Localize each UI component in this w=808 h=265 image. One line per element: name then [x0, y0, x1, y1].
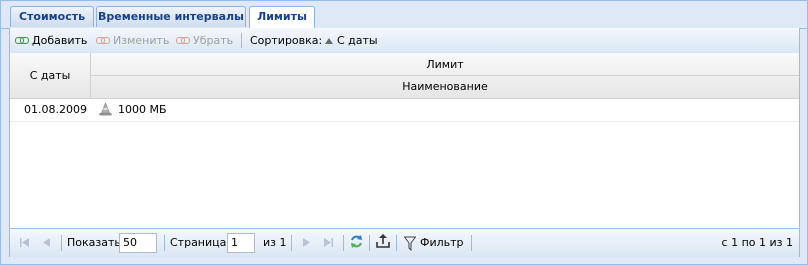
grid-toolbar: Добавить Изменить Убрать Сортировка: С д… — [10, 28, 799, 54]
paging-summary: с 1 по 1 из 1 — [721, 236, 793, 249]
sort-ascending-icon — [325, 37, 333, 44]
add-button-label: Добавить — [32, 34, 88, 47]
remove-button-label: Убрать — [193, 34, 234, 47]
toolbar-separator — [241, 33, 242, 48]
traffic-cone-icon — [99, 103, 112, 116]
paging-toolbar: Показать 50 Страница 1 из 1 Фильтр с 1 п… — [10, 228, 799, 257]
export-icon[interactable] — [376, 234, 390, 250]
link-edit-icon — [96, 37, 110, 44]
tab-strip: Стоимость Временные интервалы Лимиты — [1, 1, 807, 29]
filter-button[interactable]: Фильтр — [404, 235, 464, 251]
filter-label: Фильтр — [420, 236, 464, 249]
page-count-label: из 1 — [263, 236, 287, 249]
tab-cost[interactable]: Стоимость — [10, 6, 94, 27]
filter-funnel-icon — [404, 236, 416, 251]
first-page-icon[interactable] — [19, 237, 30, 253]
previous-page-icon[interactable] — [42, 237, 51, 253]
last-page-icon[interactable] — [323, 237, 334, 253]
link-remove-icon — [176, 37, 190, 44]
grid-header: С даты Лимит Наименование — [10, 53, 799, 99]
pager-separator — [369, 235, 370, 251]
pager-separator — [61, 235, 62, 251]
edit-button-label: Изменить — [113, 34, 170, 47]
pager-separator — [471, 235, 472, 251]
column-header-date[interactable]: С даты — [10, 53, 91, 98]
sort-field-label: С даты — [337, 34, 378, 47]
pager-separator — [396, 235, 397, 251]
row-date: 01.08.2009 — [24, 103, 87, 116]
limits-panel: Добавить Изменить Убрать Сортировка: С д… — [9, 28, 800, 257]
sort-field-button[interactable]: С даты — [325, 32, 378, 49]
link-add-icon — [15, 37, 29, 44]
tab-time-intervals[interactable]: Временные интервалы — [96, 6, 246, 27]
pager-separator — [291, 235, 292, 251]
next-page-icon[interactable] — [302, 237, 311, 253]
row-name: 1000 МБ — [118, 103, 167, 116]
page-number-input[interactable]: 1 — [227, 233, 255, 253]
page-size-input[interactable]: 50 — [119, 233, 157, 253]
add-button[interactable]: Добавить — [15, 32, 87, 49]
column-header-name[interactable]: Наименование — [91, 76, 799, 98]
tab-limits[interactable]: Лимиты — [249, 6, 315, 29]
column-group-header-limit: Лимит — [91, 53, 799, 76]
sort-label: Сортировка: — [250, 34, 323, 47]
page-size-label: Показать — [67, 236, 121, 249]
refresh-icon[interactable] — [349, 234, 364, 250]
edit-button[interactable]: Изменить — [96, 32, 169, 49]
page-label: Страница — [170, 236, 227, 249]
table-row[interactable]: 01.08.2009 1000 МБ — [10, 99, 799, 122]
pager-separator — [343, 235, 344, 251]
window-frame: Стоимость Временные интервалы Лимиты Доб… — [0, 0, 808, 265]
pager-separator — [164, 235, 165, 251]
remove-button[interactable]: Убрать — [176, 32, 233, 49]
